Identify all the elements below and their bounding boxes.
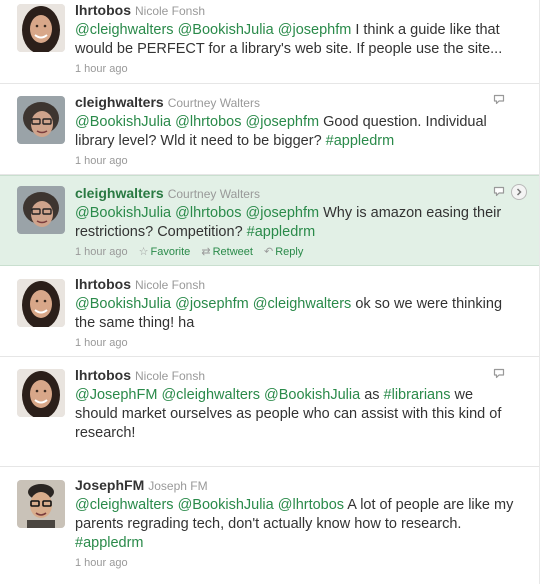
mention-link[interactable]: @JosephFM bbox=[75, 387, 157, 403]
full-name: Courtney Walters bbox=[167, 96, 260, 110]
screen-name[interactable]: lhrtobos bbox=[75, 276, 131, 292]
tweet-header: JosephFM Joseph FM bbox=[75, 477, 519, 495]
tweet-text: @BookishJulia @lhrtobos @josephfm Why is… bbox=[75, 205, 502, 240]
tweet[interactable]: lhrtobos Nicole Fonsh @JosephFM @cleighwa… bbox=[0, 357, 539, 467]
screen-name[interactable]: cleighwalters bbox=[75, 185, 164, 201]
mention-link[interactable]: @cleighwalters bbox=[253, 296, 352, 312]
mention-link[interactable]: @josephfm bbox=[246, 205, 320, 221]
tweet-meta: 1 hour ago bbox=[75, 62, 519, 76]
full-name: Nicole Fonsh bbox=[135, 4, 206, 18]
avatar-photo bbox=[17, 369, 65, 417]
tweet-content: lhrtobos Nicole Fonsh @BookishJulia @jose… bbox=[75, 276, 519, 350]
screen-name[interactable]: cleighwalters bbox=[75, 94, 164, 110]
tweet-content: cleighwalters Courtney Walters @BookishJu… bbox=[75, 185, 519, 259]
timestamp[interactable]: 1 hour ago bbox=[75, 557, 128, 569]
star-icon: ☆ bbox=[138, 246, 149, 258]
tweet-text: @BookishJulia @lhrtobos @josephfm Good q… bbox=[75, 114, 487, 149]
hashtag-link[interactable]: #appledrm bbox=[326, 133, 395, 149]
avatar-photo bbox=[17, 279, 65, 327]
tweet-text: @BookishJulia @josephfm @cleighwalters o… bbox=[75, 296, 503, 331]
mention-link[interactable]: @BookishJulia bbox=[178, 22, 274, 38]
hashtag-link[interactable]: #appledrm bbox=[75, 535, 144, 551]
mention-link[interactable]: @cleighwalters bbox=[75, 22, 174, 38]
avatar-photo bbox=[17, 4, 65, 52]
mention-link[interactable]: @BookishJulia bbox=[75, 205, 171, 221]
tweet-header: lhrtobos Nicole Fonsh bbox=[75, 276, 519, 294]
tweet-header: lhrtobos Nicole Fonsh bbox=[75, 367, 519, 385]
avatar[interactable] bbox=[17, 4, 65, 52]
tweet-text: @cleighwalters @BookishJulia @lhrtobos A… bbox=[75, 497, 514, 551]
tweet-highlighted[interactable]: cleighwalters Courtney Walters @BookishJu… bbox=[0, 175, 539, 266]
mention-link[interactable]: @lhrtobos bbox=[175, 114, 241, 130]
reply-action[interactable]: ↶ Reply bbox=[264, 246, 303, 258]
tweet-meta: 1 hour ago bbox=[75, 336, 519, 350]
tweet-content: JosephFM Joseph FM @cleighwalters @Bookis… bbox=[75, 477, 519, 570]
mention-link[interactable]: @lhrtobos bbox=[175, 205, 241, 221]
tweet-text: @JosephFM @cleighwalters @BookishJulia a… bbox=[75, 387, 502, 441]
tweet-content: cleighwalters Courtney Walters @BookishJu… bbox=[75, 94, 519, 168]
mention-link[interactable]: @BookishJulia bbox=[264, 387, 360, 403]
full-name: Nicole Fonsh bbox=[135, 369, 206, 383]
avatar-photo bbox=[17, 186, 65, 234]
full-name: Joseph FM bbox=[148, 479, 208, 493]
avatar[interactable] bbox=[17, 279, 65, 327]
tweet[interactable]: lhrtobos Nicole Fonsh @BookishJulia @jose… bbox=[0, 266, 539, 357]
reply-label: Reply bbox=[275, 246, 304, 258]
screen-name[interactable]: lhrtobos bbox=[75, 2, 131, 18]
timestamp[interactable]: 1 hour ago bbox=[75, 155, 128, 167]
avatar[interactable] bbox=[17, 369, 65, 417]
tweet[interactable]: lhrtobos Nicole Fonsh @cleighwalters @Boo… bbox=[0, 0, 539, 84]
tweet-meta: 1 hour ago ☆ Favorite ⇄ Retweet ↶ Reply bbox=[75, 245, 519, 259]
avatar[interactable] bbox=[17, 186, 65, 234]
tweet-header: cleighwalters Courtney Walters bbox=[75, 94, 519, 112]
avatar-photo bbox=[17, 96, 65, 144]
tweet-meta: 1 hour ago bbox=[75, 154, 519, 168]
hashtag-link[interactable]: #librarians bbox=[384, 387, 451, 403]
tweet-content: lhrtobos Nicole Fonsh @cleighwalters @Boo… bbox=[75, 2, 519, 76]
full-name: Nicole Fonsh bbox=[135, 278, 206, 292]
full-name: Courtney Walters bbox=[167, 187, 260, 201]
screen-name[interactable]: JosephFM bbox=[75, 477, 144, 493]
timestamp[interactable]: 1 hour ago bbox=[75, 337, 128, 349]
tweet-meta: 1 hour ago bbox=[75, 556, 519, 570]
tweet-text: @cleighwalters @BookishJulia @josephfm I… bbox=[75, 22, 503, 57]
favorite-action[interactable]: ☆ Favorite bbox=[139, 246, 191, 258]
timestamp[interactable]: 1 hour ago bbox=[75, 246, 128, 258]
tweet-header: cleighwalters Courtney Walters bbox=[75, 185, 519, 203]
favorite-label: Favorite bbox=[150, 246, 191, 258]
mention-link[interactable]: @BookishJulia bbox=[75, 296, 171, 312]
retweet-label: Retweet bbox=[212, 246, 253, 258]
mention-link[interactable]: @lhrtobos bbox=[278, 497, 344, 513]
tweet[interactable]: cleighwalters Courtney Walters @BookishJu… bbox=[0, 84, 539, 175]
mention-link[interactable]: @cleighwalters bbox=[161, 387, 260, 403]
mention-link[interactable]: @josephfm bbox=[175, 296, 249, 312]
timestamp[interactable]: 1 hour ago bbox=[75, 63, 128, 75]
avatar-photo bbox=[17, 480, 65, 528]
tweet-content: lhrtobos Nicole Fonsh @JosephFM @cleighwa… bbox=[75, 367, 519, 443]
mention-link[interactable]: @BookishJulia bbox=[75, 114, 171, 130]
hashtag-link[interactable]: #appledrm bbox=[247, 224, 316, 240]
mention-link[interactable]: @josephfm bbox=[246, 114, 320, 130]
tweet-timeline: lhrtobos Nicole Fonsh @cleighwalters @Boo… bbox=[0, 0, 540, 584]
retweet-action[interactable]: ⇄ Retweet bbox=[201, 246, 253, 258]
avatar[interactable] bbox=[17, 480, 65, 528]
tweet-header: lhrtobos Nicole Fonsh bbox=[75, 2, 519, 20]
screen-name[interactable]: lhrtobos bbox=[75, 367, 131, 383]
mention-link[interactable]: @josephfm bbox=[278, 22, 352, 38]
tweet[interactable]: JosephFM Joseph FM @cleighwalters @Bookis… bbox=[0, 467, 539, 584]
retweet-icon: ⇄ bbox=[201, 246, 211, 258]
mention-link[interactable]: @BookishJulia bbox=[178, 497, 274, 513]
avatar[interactable] bbox=[17, 96, 65, 144]
mention-link[interactable]: @cleighwalters bbox=[75, 497, 174, 513]
reply-arrow-icon: ↶ bbox=[264, 246, 274, 258]
